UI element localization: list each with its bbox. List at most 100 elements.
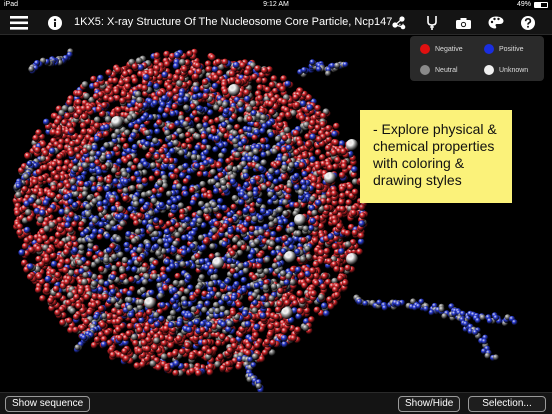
share-button[interactable] xyxy=(389,13,408,32)
atom-sphere xyxy=(203,238,210,245)
atom-sphere xyxy=(100,341,108,348)
atom-sphere xyxy=(76,90,83,97)
atom-sphere xyxy=(323,310,330,317)
atom-sphere xyxy=(97,186,104,193)
atom-sphere xyxy=(240,138,248,145)
atom-sphere xyxy=(486,318,493,324)
atom-sphere xyxy=(83,318,90,326)
atom-sphere xyxy=(156,179,164,186)
atom-sphere xyxy=(298,271,306,279)
atom-sphere xyxy=(331,130,339,138)
atom-sphere xyxy=(179,213,186,221)
atom-sphere xyxy=(26,160,33,167)
atom-sphere xyxy=(172,87,180,95)
atom-sphere xyxy=(187,321,194,328)
atom-sphere xyxy=(161,71,169,79)
atom-sphere xyxy=(179,172,186,179)
atom-sphere xyxy=(137,311,144,318)
atom-sphere xyxy=(27,197,35,205)
atom-sphere xyxy=(81,190,89,198)
info-icon xyxy=(47,15,62,30)
atom-sphere xyxy=(55,129,62,137)
atom-sphere xyxy=(160,353,168,361)
help-button[interactable] xyxy=(518,13,537,32)
atom-sphere xyxy=(54,271,62,279)
atom-sphere xyxy=(105,69,113,76)
atom-sphere xyxy=(211,227,218,234)
atom-sphere xyxy=(39,140,47,148)
atom-sphere xyxy=(56,262,64,270)
ar-button[interactable] xyxy=(422,13,441,32)
coloring-button[interactable] xyxy=(486,13,505,32)
atom-sphere xyxy=(119,274,126,281)
atom-sphere xyxy=(206,348,213,356)
atom-sphere xyxy=(186,312,194,319)
atom-sphere xyxy=(212,273,219,281)
atom-sphere xyxy=(327,233,335,240)
info-button[interactable] xyxy=(45,13,64,32)
atom-sphere xyxy=(131,143,139,151)
atom-sphere xyxy=(72,313,80,321)
atom-sphere xyxy=(211,82,219,90)
atom-sphere xyxy=(330,190,338,198)
atom-sphere xyxy=(306,104,314,112)
atom-sphere xyxy=(173,168,180,175)
atom-sphere xyxy=(131,237,138,245)
atom-sphere xyxy=(144,129,151,136)
atom-sphere xyxy=(276,206,284,214)
atom-sphere xyxy=(246,126,253,133)
atom-sphere xyxy=(249,100,257,107)
atom-sphere xyxy=(153,311,160,319)
atom-sphere xyxy=(48,147,56,155)
atom-sphere xyxy=(263,338,271,346)
atom-sphere xyxy=(124,83,132,91)
atom-sphere xyxy=(271,148,278,155)
atom-sphere xyxy=(46,247,54,255)
atom-sphere xyxy=(342,61,349,68)
atom-sphere xyxy=(97,206,104,213)
atom-sphere xyxy=(99,321,107,329)
atom-sphere xyxy=(167,342,175,349)
molecule-viewport[interactable] xyxy=(0,35,552,392)
atom-sphere xyxy=(81,278,88,286)
atom-sphere xyxy=(73,215,81,222)
atom-sphere xyxy=(148,289,155,296)
atom-sphere xyxy=(314,149,322,156)
atom-sphere xyxy=(121,256,129,264)
atom-sphere xyxy=(119,97,126,105)
atom-sphere xyxy=(41,164,49,172)
atom-sphere xyxy=(247,295,255,302)
atom-sphere xyxy=(312,260,320,268)
top-toolbar: 1KX5: X-ray Structure Of The Nucleosome … xyxy=(0,10,552,35)
atom-sphere xyxy=(118,79,125,87)
atom-sphere xyxy=(109,274,117,281)
atom-sphere xyxy=(97,228,105,235)
atom-sphere xyxy=(137,64,145,72)
atom-sphere xyxy=(270,75,278,82)
atom-sphere xyxy=(336,222,343,230)
atom-sphere xyxy=(79,122,87,130)
atom-sphere xyxy=(220,179,227,186)
atom-sphere xyxy=(231,194,239,202)
atom-sphere xyxy=(147,226,155,233)
atom-sphere xyxy=(212,146,219,153)
menu-button[interactable] xyxy=(9,13,28,32)
atom-sphere xyxy=(240,276,248,284)
atom-sphere xyxy=(281,164,288,171)
atom-sphere xyxy=(153,153,161,161)
atom-sphere xyxy=(197,234,205,241)
atom-sphere xyxy=(350,209,358,217)
atom-sphere xyxy=(163,228,171,236)
atom-sphere xyxy=(356,298,363,305)
atom-sphere xyxy=(182,300,189,307)
atom-sphere xyxy=(70,235,78,242)
atom-sphere xyxy=(66,99,73,106)
atom-sphere xyxy=(326,164,334,172)
atom-sphere xyxy=(136,347,144,355)
atom-sphere xyxy=(208,268,215,275)
atom-sphere xyxy=(92,245,100,252)
snapshot-button[interactable] xyxy=(454,13,473,32)
atom-sphere xyxy=(207,280,215,288)
atom-sphere xyxy=(96,233,104,241)
atom-sphere xyxy=(103,280,111,288)
